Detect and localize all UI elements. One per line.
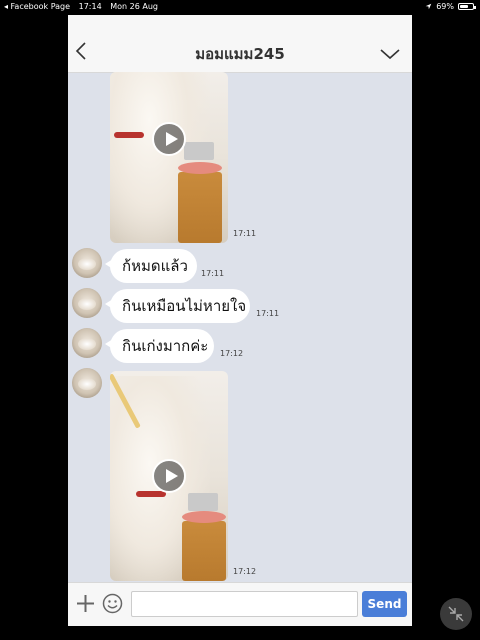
battery-fill: [460, 5, 468, 8]
status-time: 17:14: [78, 2, 102, 11]
send-button[interactable]: Send: [362, 591, 407, 617]
message-time: 17:11: [256, 309, 280, 318]
status-bar-left: ◂ Facebook Page 17:14 Mon 26 Aug: [4, 0, 164, 13]
smiley-icon[interactable]: [102, 593, 123, 614]
message-input[interactable]: [131, 591, 358, 617]
status-bar-right: 69%: [425, 0, 476, 13]
message-bubble: ก้หมดแล้ว: [105, 249, 197, 283]
message-time: 17:11: [201, 269, 225, 278]
video-message[interactable]: [110, 72, 228, 243]
location-arrow-icon: [425, 3, 432, 10]
shrink-arrows-icon: [448, 606, 464, 622]
back-to-app-link[interactable]: ◂ Facebook Page: [4, 2, 70, 11]
message-time: 17:11: [233, 229, 257, 238]
chevron-down-icon[interactable]: [380, 47, 400, 61]
can-image: [184, 142, 214, 160]
message-bubble: กินเหมือนไม่หายใจ: [105, 289, 250, 323]
cat-collar: [114, 132, 144, 138]
plus-icon[interactable]: [76, 594, 95, 613]
avatar[interactable]: [72, 328, 102, 358]
battery-icon: [458, 3, 476, 10]
status-date: Mon 26 Aug: [110, 2, 158, 11]
chat-title: มอมแมม245: [195, 45, 285, 63]
message-time: 17:12: [220, 349, 244, 358]
can-image: [188, 493, 218, 511]
avatar[interactable]: [72, 368, 102, 398]
avatar[interactable]: [72, 248, 102, 278]
message-bubble: กินเก่งมากค่ะ: [105, 329, 214, 363]
status-bar: ◂ Facebook Page 17:14 Mon 26 Aug 69%: [0, 0, 480, 13]
avatar[interactable]: [72, 288, 102, 318]
play-icon[interactable]: [152, 459, 186, 493]
play-icon[interactable]: [152, 122, 186, 156]
battery-percent: 69%: [436, 2, 454, 11]
exit-fullscreen-button[interactable]: [440, 598, 472, 630]
cat-collar: [136, 491, 166, 497]
message-time: 17:12: [233, 567, 257, 576]
jar-image: [178, 162, 222, 243]
chat-window: มอมแมม245 17:11 ก้หมดแล้ว 17:11 กินเหมือ…: [68, 15, 412, 626]
video-message[interactable]: [110, 371, 228, 581]
chat-header: มอมแมม245: [68, 15, 412, 73]
jar-image: [182, 511, 226, 581]
message-input-bar: Send: [68, 582, 412, 626]
